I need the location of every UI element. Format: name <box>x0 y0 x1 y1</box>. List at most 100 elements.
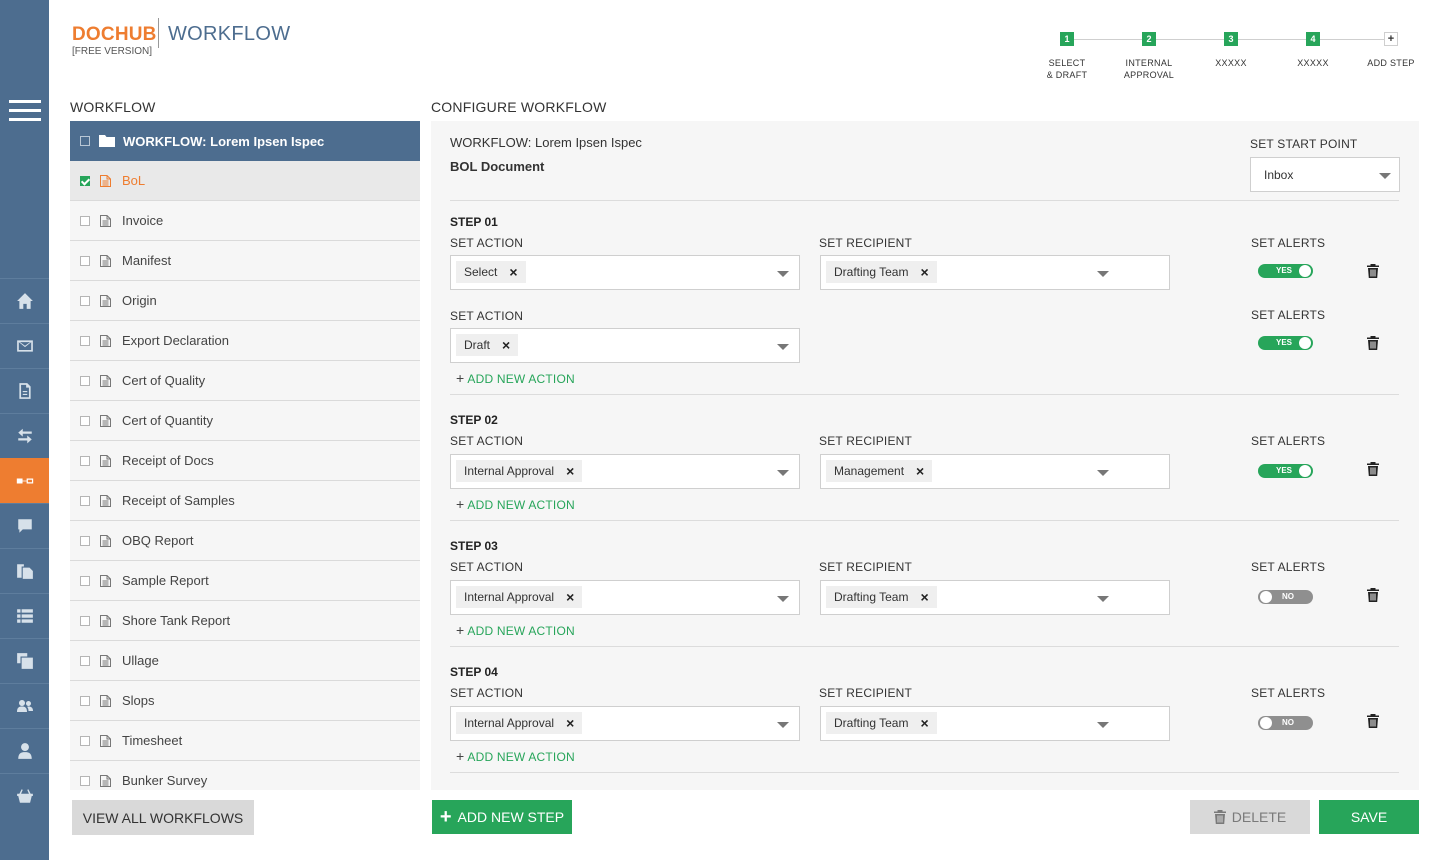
workflow-document-row[interactable]: Ullage <box>70 641 420 681</box>
checkbox[interactable] <box>80 495 90 506</box>
action-select[interactable]: Internal Approval × <box>450 454 800 489</box>
checkbox[interactable] <box>80 615 90 626</box>
trash-icon[interactable] <box>1367 588 1379 602</box>
alerts-toggle[interactable]: YES <box>1258 336 1313 350</box>
document-label: Shore Tank Report <box>122 613 231 628</box>
checkbox[interactable] <box>80 136 90 146</box>
workflow-document-row[interactable]: Slops <box>70 681 420 721</box>
trash-icon[interactable] <box>1367 714 1379 728</box>
workflow-section-title: WORKFLOW <box>70 99 156 115</box>
document-label: Origin <box>122 293 157 308</box>
add-new-step-button[interactable]: + ADD NEW STEP <box>432 800 572 834</box>
close-icon[interactable]: × <box>920 590 928 604</box>
alerts-label: SET ALERTS <box>1251 560 1326 574</box>
alerts-toggle[interactable]: NO <box>1258 590 1313 604</box>
action-select[interactable]: Internal Approval × <box>450 580 800 615</box>
list-icon[interactable] <box>0 593 49 638</box>
add-action-link[interactable]: + ADD NEW ACTION <box>456 370 575 386</box>
recipient-select[interactable]: Management × <box>820 454 1170 489</box>
checkbox[interactable] <box>80 175 90 186</box>
checkbox[interactable] <box>80 655 90 666</box>
add-action-link[interactable]: + ADD NEW ACTION <box>456 622 575 638</box>
action-label: SET ACTION <box>450 560 524 574</box>
document-icon[interactable] <box>0 368 49 413</box>
workflow-document-row[interactable]: OBQ Report <box>70 521 420 561</box>
add-step-node[interactable]: + ADD STEP <box>1361 32 1421 69</box>
workflow-document-row[interactable]: Bunker Survey <box>70 761 420 790</box>
user-icon[interactable] <box>0 728 49 773</box>
basket-icon[interactable] <box>0 773 49 818</box>
action-select[interactable]: Draft × <box>450 328 800 363</box>
close-icon[interactable]: × <box>509 265 517 279</box>
save-button[interactable]: SAVE <box>1319 800 1419 834</box>
divider <box>450 646 1399 647</box>
workflow-document-row[interactable]: Manifest <box>70 241 420 281</box>
checkbox[interactable] <box>80 415 90 426</box>
checkbox[interactable] <box>80 455 90 466</box>
close-icon[interactable]: × <box>566 716 574 730</box>
add-action-link[interactable]: + ADD NEW ACTION <box>456 748 575 764</box>
alerts-toggle[interactable]: YES <box>1258 464 1313 478</box>
checkbox[interactable] <box>80 575 90 586</box>
chevron-down-icon <box>777 722 789 728</box>
close-icon[interactable]: × <box>566 590 574 604</box>
chat-icon[interactable] <box>0 503 49 548</box>
step-node-3[interactable]: 3 XXXXX <box>1201 32 1261 69</box>
workflow-document-row[interactable]: Receipt of Docs <box>70 441 420 481</box>
workflow-document-row[interactable]: Cert of Quantity <box>70 401 420 441</box>
checkbox[interactable] <box>80 535 90 546</box>
workflow-document-row[interactable]: Shore Tank Report <box>70 601 420 641</box>
add-action-link[interactable]: + ADD NEW ACTION <box>456 496 575 512</box>
workflow-document-row[interactable]: BoL <box>70 161 420 201</box>
transfer-icon[interactable] <box>0 413 49 458</box>
close-icon[interactable]: × <box>502 338 510 352</box>
action-select[interactable]: Select × <box>450 255 800 290</box>
start-point-select[interactable]: Inbox <box>1250 157 1400 192</box>
step-node-2[interactable]: 2 INTERNAL APPROVAL <box>1119 32 1179 81</box>
recipient-select[interactable]: Drafting Team × <box>820 255 1170 290</box>
step-node-1[interactable]: 1 SELECT & DRAFT <box>1037 32 1097 81</box>
workflow-document-row[interactable]: Receipt of Samples <box>70 481 420 521</box>
files-icon[interactable] <box>0 548 49 593</box>
workflow-document-row[interactable]: Cert of Quality <box>70 361 420 401</box>
workflow-document-row[interactable]: Sample Report <box>70 561 420 601</box>
checkbox[interactable] <box>80 215 90 226</box>
mail-icon[interactable] <box>0 323 49 368</box>
action-label: SET ACTION <box>450 686 524 700</box>
checkbox[interactable] <box>80 695 90 706</box>
alerts-toggle[interactable]: YES <box>1258 264 1313 278</box>
checkbox[interactable] <box>80 775 90 786</box>
recipient-select[interactable]: Drafting Team × <box>820 580 1170 615</box>
workflow-document-row[interactable]: Export Declaration <box>70 321 420 361</box>
checkbox[interactable] <box>80 335 90 346</box>
trash-icon[interactable] <box>1367 264 1379 278</box>
alerts-label: SET ALERTS <box>1251 308 1326 322</box>
checkbox[interactable] <box>80 255 90 266</box>
step-node-4[interactable]: 4 XXXXX <box>1283 32 1343 69</box>
workflow-document-row[interactable]: Timesheet <box>70 721 420 761</box>
workflow-list-header[interactable]: WORKFLOW: Lorem Ipsen Ispec <box>70 121 420 161</box>
workflow-document-row[interactable]: Origin <box>70 281 420 321</box>
document-icon <box>100 374 111 387</box>
users-icon[interactable] <box>0 683 49 728</box>
recipient-select[interactable]: Drafting Team × <box>820 706 1170 741</box>
close-icon[interactable]: × <box>916 464 924 478</box>
checkbox[interactable] <box>80 375 90 386</box>
trash-icon[interactable] <box>1367 336 1379 350</box>
action-select[interactable]: Internal Approval × <box>450 706 800 741</box>
checkbox[interactable] <box>80 735 90 746</box>
close-icon[interactable]: × <box>920 716 928 730</box>
trash-icon[interactable] <box>1367 462 1379 476</box>
view-all-workflows-button[interactable]: VIEW ALL WORKFLOWS <box>72 800 254 835</box>
document-icon <box>100 654 111 667</box>
menu-icon[interactable] <box>0 92 49 128</box>
delete-button[interactable]: DELETE <box>1190 800 1310 834</box>
workflow-icon[interactable] <box>0 458 49 503</box>
copy-icon[interactable] <box>0 638 49 683</box>
checkbox[interactable] <box>80 295 90 306</box>
close-icon[interactable]: × <box>566 464 574 478</box>
workflow-document-row[interactable]: Invoice <box>70 201 420 241</box>
close-icon[interactable]: × <box>920 265 928 279</box>
home-icon[interactable] <box>0 278 49 323</box>
alerts-toggle[interactable]: NO <box>1258 716 1313 730</box>
